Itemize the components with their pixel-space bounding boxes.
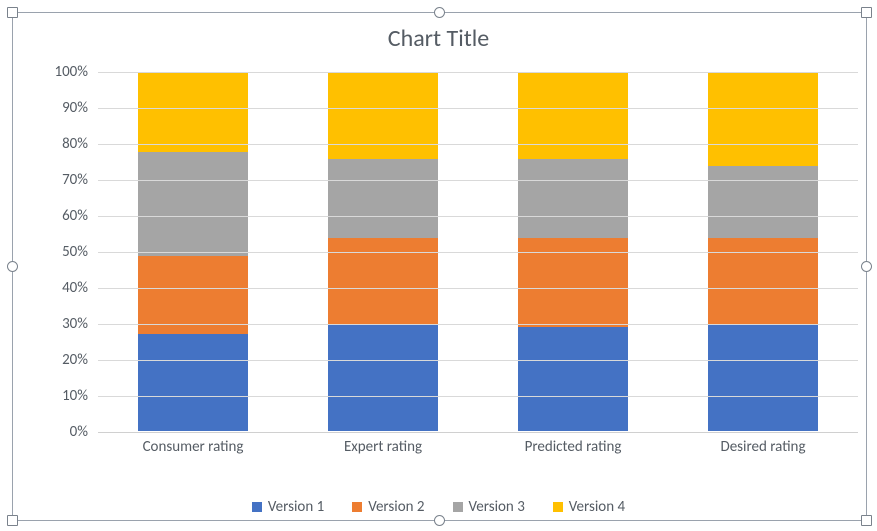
gridline	[98, 72, 858, 73]
gridline	[98, 360, 858, 361]
resize-handle-top-left[interactable]	[7, 7, 18, 18]
y-tick-label: 20%	[28, 351, 88, 369]
legend-item[interactable]: Version 2	[352, 498, 424, 516]
x-tick-label: Desired rating	[693, 438, 833, 456]
legend-label: Version 2	[368, 498, 424, 516]
y-tick-label: 50%	[28, 243, 88, 261]
bar-segment[interactable]	[328, 238, 438, 324]
y-tick-label: 0%	[28, 423, 88, 441]
bar-segment[interactable]	[708, 238, 818, 324]
chart-title[interactable]: Chart Title	[0, 24, 877, 53]
x-tick-label: Expert rating	[313, 438, 453, 456]
y-tick-label: 90%	[28, 99, 88, 117]
x-axis-labels: Consumer rating Expert rating Predicted ra…	[98, 438, 858, 462]
chart-canvas[interactable]: Chart Title 0% 10% 20% 30% 40% 50% 60% 70% 80% 90…	[0, 0, 877, 531]
gridline	[98, 216, 858, 217]
y-axis: 0%10%20%30%40%50%60%70%80%90%100%	[28, 72, 98, 432]
legend-item[interactable]: Version 1	[252, 498, 324, 516]
legend-item[interactable]: Version 4	[553, 498, 625, 516]
gridline	[98, 144, 858, 145]
bar-segment[interactable]	[518, 159, 628, 238]
bar-segment[interactable]	[328, 73, 438, 159]
plot-grid	[98, 72, 858, 433]
resize-handle-top-right[interactable]	[861, 7, 872, 18]
legend-label: Version 4	[569, 498, 625, 516]
legend-label: Version 1	[268, 498, 324, 516]
y-tick-label: 80%	[28, 135, 88, 153]
gridline	[98, 396, 858, 397]
gridline	[98, 324, 858, 325]
y-tick-label: 30%	[28, 315, 88, 333]
gridline	[98, 180, 858, 181]
x-tick-label: Predicted rating	[503, 438, 643, 456]
bar-segment[interactable]	[138, 256, 248, 335]
y-tick-label: 100%	[28, 63, 88, 81]
bar-segment[interactable]	[138, 73, 248, 152]
gridline	[98, 288, 858, 289]
resize-handle-right-mid[interactable]	[861, 261, 872, 272]
bar-segment[interactable]	[518, 327, 628, 431]
bar-segment[interactable]	[328, 324, 438, 431]
legend[interactable]: Version 1 Version 2 Version 3 Version 4	[0, 498, 877, 517]
bar-segment[interactable]	[328, 159, 438, 238]
bar-segment[interactable]	[518, 73, 628, 159]
resize-handle-top-mid[interactable]	[434, 7, 445, 18]
legend-label: Version 3	[469, 498, 525, 516]
x-tick-label: Consumer rating	[123, 438, 263, 456]
legend-swatch	[553, 502, 563, 512]
gridline	[98, 108, 858, 109]
legend-swatch	[252, 502, 262, 512]
y-tick-label: 40%	[28, 279, 88, 297]
plot-area[interactable]: 0%10%20%30%40%50%60%70%80%90%100% Consum…	[28, 72, 858, 444]
gridline	[98, 252, 858, 253]
resize-handle-left-mid[interactable]	[7, 261, 18, 272]
legend-item[interactable]: Version 3	[453, 498, 525, 516]
bar-segment[interactable]	[708, 73, 818, 166]
y-tick-label: 60%	[28, 207, 88, 225]
bar-segment[interactable]	[138, 334, 248, 431]
legend-swatch	[453, 502, 463, 512]
y-tick-label: 10%	[28, 387, 88, 405]
legend-swatch	[352, 502, 362, 512]
bar-segment[interactable]	[138, 152, 248, 256]
bar-segment[interactable]	[708, 166, 818, 238]
y-tick-label: 70%	[28, 171, 88, 189]
bar-segment[interactable]	[708, 324, 818, 431]
